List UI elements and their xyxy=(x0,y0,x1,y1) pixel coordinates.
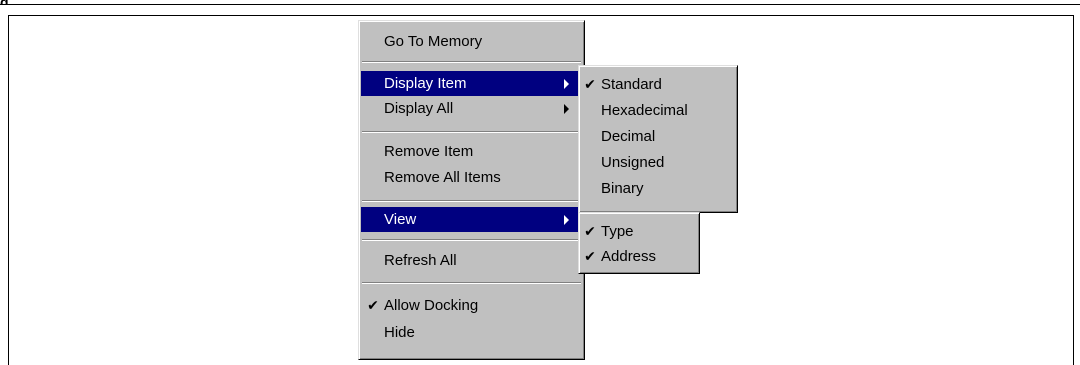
menu-separator xyxy=(362,61,581,63)
submenu-item-binary[interactable]: Binary xyxy=(581,176,735,201)
menu-item-go-to-memory[interactable]: Go To Memory xyxy=(361,29,582,54)
menu-item-allow-docking[interactable]: ✔ Allow Docking xyxy=(361,293,582,318)
submenu-arrow-icon xyxy=(564,215,569,225)
menu-item-view[interactable]: View xyxy=(361,207,582,232)
menu-item-label: View xyxy=(384,211,417,228)
submenu-item-label: Address xyxy=(601,248,657,265)
submenu-item-label: Type xyxy=(601,223,634,240)
display-item-submenu: ✔ Standard Hexadecimal Decimal Unsigned … xyxy=(578,65,738,213)
menu-item-label: Remove Item xyxy=(384,143,474,160)
menu-item-label: Hide xyxy=(384,324,415,341)
check-icon: ✔ xyxy=(584,248,596,264)
submenu-item-label: Hexadecimal xyxy=(601,102,688,119)
check-icon: ✔ xyxy=(584,223,596,239)
submenu-item-standard[interactable]: ✔ Standard xyxy=(581,72,735,97)
submenu-item-address[interactable]: ✔ Address xyxy=(581,244,697,269)
menu-item-hide[interactable]: Hide xyxy=(361,320,582,345)
menu-separator xyxy=(362,282,581,284)
context-menu: Go To Memory Display Item Display All Re… xyxy=(358,20,585,360)
menu-item-display-item[interactable]: Display Item xyxy=(361,71,582,96)
submenu-item-label: Unsigned xyxy=(601,154,665,171)
check-icon: ✔ xyxy=(584,76,596,92)
menu-item-label: Go To Memory xyxy=(384,33,483,50)
check-icon: ✔ xyxy=(367,297,379,313)
submenu-arrow-icon xyxy=(564,79,569,89)
submenu-item-type[interactable]: ✔ Type xyxy=(581,219,697,244)
menu-separator xyxy=(362,239,581,241)
menu-item-remove-all-items[interactable]: Remove All Items xyxy=(361,165,582,190)
menu-item-label: Allow Docking xyxy=(384,297,479,314)
submenu-item-unsigned[interactable]: Unsigned xyxy=(581,150,735,175)
top-rule xyxy=(0,4,1080,5)
submenu-item-label: Binary xyxy=(601,180,644,197)
menu-item-refresh-all[interactable]: Refresh All xyxy=(361,248,582,273)
menu-item-display-all[interactable]: Display All xyxy=(361,96,582,121)
submenu-item-label: Decimal xyxy=(601,128,656,145)
menu-item-label: Display Item xyxy=(384,75,467,92)
menu-item-label: Remove All Items xyxy=(384,169,501,186)
view-submenu: ✔ Type ✔ Address xyxy=(578,212,700,274)
menu-item-label: Refresh All xyxy=(384,252,457,269)
submenu-item-label: Standard xyxy=(601,76,662,93)
menu-item-label: Display All xyxy=(384,100,454,117)
submenu-arrow-icon xyxy=(564,104,569,114)
submenu-item-hexadecimal[interactable]: Hexadecimal xyxy=(581,98,735,123)
menu-item-remove-item[interactable]: Remove Item xyxy=(361,139,582,164)
menu-separator xyxy=(362,131,581,133)
submenu-item-decimal[interactable]: Decimal xyxy=(581,124,735,149)
menu-separator xyxy=(362,200,581,202)
